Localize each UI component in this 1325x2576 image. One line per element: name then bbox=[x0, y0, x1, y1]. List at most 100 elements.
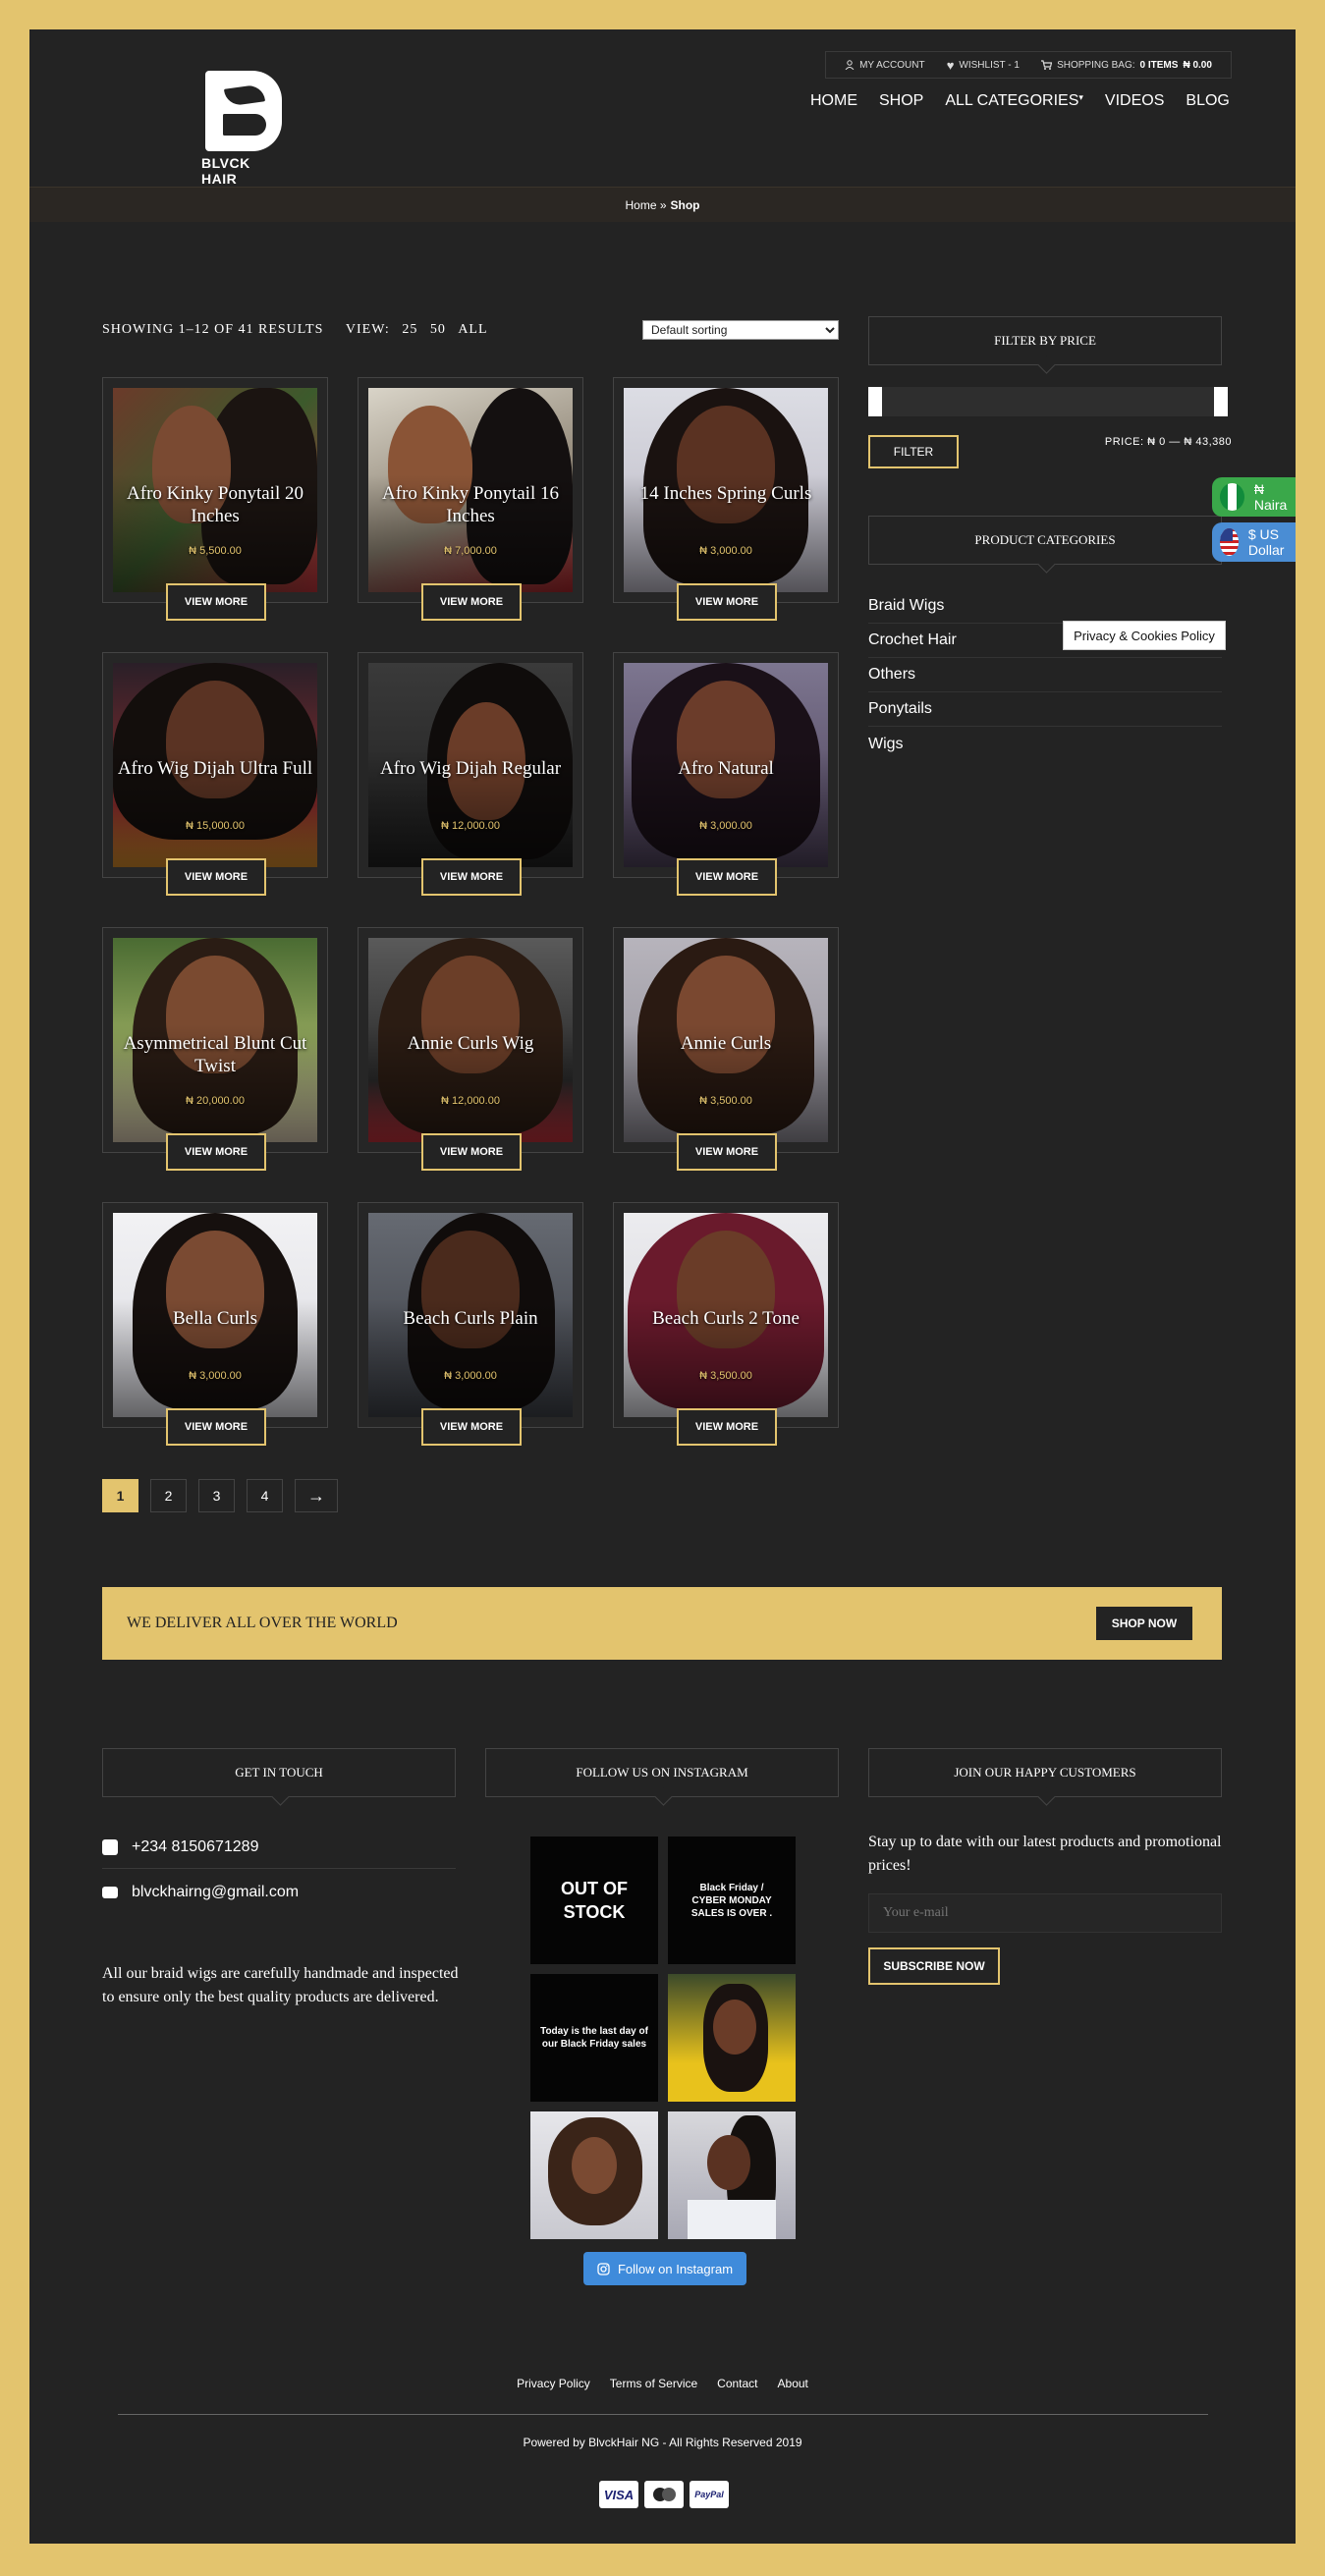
sort-select[interactable]: Default sorting bbox=[642, 320, 839, 340]
view-more-button[interactable]: VIEW MORE bbox=[677, 858, 777, 896]
price-slider[interactable] bbox=[868, 387, 1228, 416]
view-more-button[interactable]: VIEW MORE bbox=[166, 1408, 266, 1446]
instagram-post[interactable] bbox=[668, 1974, 796, 2102]
shopping-bag-label: SHOPPING BAG: bbox=[1057, 59, 1135, 71]
product-title[interactable]: Annie Curls Wig bbox=[359, 1032, 582, 1055]
view-more-button[interactable]: VIEW MORE bbox=[677, 1133, 777, 1171]
footer-link-terms[interactable]: Terms of Service bbox=[610, 2377, 697, 2390]
view-more-button[interactable]: VIEW MORE bbox=[166, 583, 266, 621]
instagram-icon bbox=[597, 2262, 610, 2275]
product-card[interactable]: Annie Curls Wig ₦ 12,000.00 VIEW MORE bbox=[358, 927, 583, 1171]
currency-usd-tab[interactable]: $ US Dollar bbox=[1212, 522, 1296, 562]
paypal-icon: PayPal bbox=[690, 2481, 729, 2508]
view-more-button[interactable]: VIEW MORE bbox=[166, 1133, 266, 1171]
view-more-button[interactable]: VIEW MORE bbox=[421, 1408, 522, 1446]
results-count: SHOWING 1–12 OF 41 RESULTS VIEW: 25 50 A… bbox=[102, 322, 488, 338]
join-text: Stay up to date with our latest products… bbox=[868, 1834, 1222, 1874]
view-all[interactable]: ALL bbox=[458, 322, 487, 337]
email-row[interactable]: blvckhairng@gmail.com bbox=[102, 1884, 456, 1901]
shopping-bag-link[interactable]: SHOPPING BAG: 0 ITEMS ₦ 0.00 bbox=[1041, 60, 1212, 71]
product-card[interactable]: Afro Natural ₦ 3,000.00 VIEW MORE bbox=[613, 652, 839, 896]
instagram-post[interactable]: Black Friday / CYBER MONDAY SALES IS OVE… bbox=[668, 1836, 796, 1964]
product-title[interactable]: Annie Curls bbox=[614, 1032, 838, 1055]
instagram-post[interactable] bbox=[668, 2111, 796, 2239]
product-card[interactable]: Beach Curls 2 Tone ₦ 3,500.00 VIEW MORE bbox=[613, 1202, 839, 1446]
product-card[interactable]: Afro Wig Dijah Ultra Full ₦ 15,000.00 VI… bbox=[102, 652, 328, 896]
product-title[interactable]: Afro Wig Dijah Regular bbox=[359, 757, 582, 780]
instagram-post[interactable] bbox=[530, 2111, 658, 2239]
view-more-button[interactable]: VIEW MORE bbox=[421, 583, 522, 621]
page-1[interactable]: 1 bbox=[102, 1479, 138, 1512]
footer-link-privacy[interactable]: Privacy Policy bbox=[517, 2377, 590, 2390]
product-card[interactable]: Afro Kinky Ponytail 16 Inches ₦ 7,000.00… bbox=[358, 377, 583, 621]
view-more-button[interactable]: VIEW MORE bbox=[421, 1133, 522, 1171]
follow-label: Follow on Instagram bbox=[617, 2261, 734, 2276]
view-50[interactable]: 50 bbox=[430, 322, 446, 337]
instagram-post[interactable]: Today is the last day of our Black Frida… bbox=[530, 1974, 658, 2102]
product-card[interactable]: Asymmetrical Blunt Cut Twist ₦ 20,000.00… bbox=[102, 927, 328, 1171]
breadcrumb-home[interactable]: Home » bbox=[625, 198, 666, 212]
nigeria-flag-icon bbox=[1220, 483, 1244, 511]
view-more-button[interactable]: VIEW MORE bbox=[677, 1408, 777, 1446]
product-title[interactable]: Afro Kinky Ponytail 20 Inches bbox=[103, 482, 327, 527]
logo[interactable]: BLVCK HAIR bbox=[201, 71, 290, 187]
join-customers-title: JOIN OUR HAPPY CUSTOMERS bbox=[868, 1748, 1222, 1797]
pagination: 1 2 3 4 → bbox=[102, 1479, 338, 1512]
product-card[interactable]: Bella Curls ₦ 3,000.00 VIEW MORE bbox=[102, 1202, 328, 1446]
product-title[interactable]: Afro Kinky Ponytail 16 Inches bbox=[359, 482, 582, 527]
product-title[interactable]: Asymmetrical Blunt Cut Twist bbox=[103, 1032, 327, 1077]
footer-link-about[interactable]: About bbox=[778, 2377, 808, 2390]
my-account-label: MY ACCOUNT bbox=[859, 59, 925, 71]
page: BLVCK HAIR MY ACCOUNT ♥ WISHLIST - 1 SHO… bbox=[29, 29, 1296, 2544]
nav-blog[interactable]: BLOG bbox=[1186, 92, 1229, 110]
price-slider-max-handle[interactable] bbox=[1214, 387, 1228, 416]
logo-mark bbox=[205, 71, 282, 151]
product-price: ₦ 7,000.00 bbox=[444, 545, 497, 557]
filter-button[interactable]: FILTER bbox=[868, 435, 959, 468]
product-card[interactable]: 14 Inches Spring Curls ₦ 3,000.00 VIEW M… bbox=[613, 377, 839, 621]
product-title[interactable]: Afro Natural bbox=[614, 757, 838, 780]
instagram-post[interactable]: OUT OF STOCK bbox=[530, 1836, 658, 1964]
footer-link-contact[interactable]: Contact bbox=[717, 2377, 757, 2390]
page-4[interactable]: 4 bbox=[247, 1479, 283, 1512]
product-title[interactable]: Afro Wig Dijah Ultra Full bbox=[103, 757, 327, 780]
nav-all-categories[interactable]: ALL CATEGORIES▾ bbox=[945, 92, 1083, 110]
follow-on-instagram-button[interactable]: Follow on Instagram bbox=[583, 2252, 746, 2285]
nav-videos[interactable]: VIDEOS bbox=[1105, 92, 1164, 110]
view-more-button[interactable]: VIEW MORE bbox=[421, 858, 522, 896]
category-ponytails[interactable]: Ponytails bbox=[868, 692, 1222, 727]
view-more-button[interactable]: VIEW MORE bbox=[677, 583, 777, 621]
product-title[interactable]: 14 Inches Spring Curls bbox=[614, 482, 838, 505]
category-wigs[interactable]: Wigs bbox=[868, 727, 1222, 761]
product-card[interactable]: Afro Kinky Ponytail 20 Inches ₦ 5,500.00… bbox=[102, 377, 328, 621]
wishlist-link[interactable]: ♥ WISHLIST - 1 bbox=[947, 58, 1020, 73]
currency-naira-tab[interactable]: ₦ Naira bbox=[1212, 477, 1296, 517]
privacy-cookies-popup[interactable]: Privacy & Cookies Policy bbox=[1063, 621, 1226, 650]
my-account-link[interactable]: MY ACCOUNT bbox=[845, 60, 925, 71]
product-card[interactable]: Annie Curls ₦ 3,500.00 VIEW MORE bbox=[613, 927, 839, 1171]
category-others[interactable]: Others bbox=[868, 658, 1222, 692]
view-25[interactable]: 25 bbox=[402, 322, 417, 337]
powered-by: Powered by BlvckHair NG - All Rights Res… bbox=[523, 2436, 802, 2449]
shop-now-button[interactable]: SHOP NOW bbox=[1096, 1607, 1192, 1640]
page-2[interactable]: 2 bbox=[150, 1479, 187, 1512]
product-card[interactable]: Beach Curls Plain ₦ 3,000.00 VIEW MORE bbox=[358, 1202, 583, 1446]
product-title[interactable]: Beach Curls Plain bbox=[359, 1307, 582, 1330]
cart-icon bbox=[1041, 60, 1053, 70]
about-text: All our braid wigs are carefully handmad… bbox=[102, 1965, 459, 2005]
next-page-arrow[interactable]: → bbox=[295, 1479, 338, 1512]
phone-row[interactable]: +234 8150671289 bbox=[102, 1838, 456, 1856]
footer-divider bbox=[118, 2414, 1208, 2415]
newsletter-email-input[interactable] bbox=[868, 1893, 1222, 1933]
view-more-button[interactable]: VIEW MORE bbox=[166, 858, 266, 896]
instagram-feed: OUT OF STOCK Black Friday / CYBER MONDAY… bbox=[530, 1836, 796, 2239]
product-title[interactable]: Bella Curls bbox=[103, 1307, 327, 1330]
subscribe-button[interactable]: SUBSCRIBE NOW bbox=[868, 1947, 1000, 1985]
nav-shop[interactable]: SHOP bbox=[879, 92, 923, 110]
product-card[interactable]: Afro Wig Dijah Regular ₦ 12,000.00 VIEW … bbox=[358, 652, 583, 896]
product-title[interactable]: Beach Curls 2 Tone bbox=[614, 1307, 838, 1330]
nav-home[interactable]: HOME bbox=[810, 92, 857, 110]
page-3[interactable]: 3 bbox=[198, 1479, 235, 1512]
price-slider-min-handle[interactable] bbox=[868, 387, 882, 416]
category-braid-wigs[interactable]: Braid Wigs bbox=[868, 589, 1222, 624]
